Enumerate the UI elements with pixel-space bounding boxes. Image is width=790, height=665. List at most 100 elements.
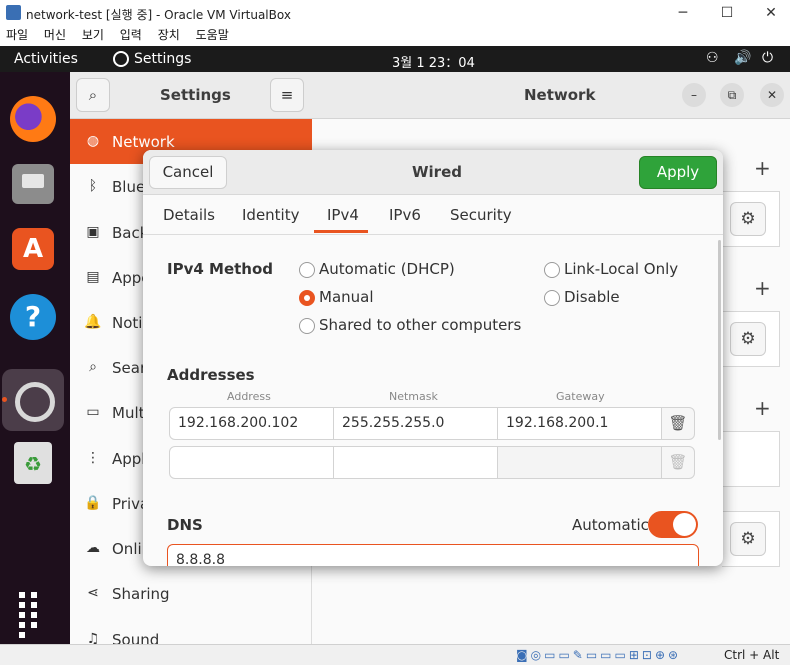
applications-icon: ⋮: [86, 450, 100, 466]
close-button[interactable]: ✕: [760, 3, 782, 23]
settings-icon[interactable]: [2, 369, 64, 431]
hamburger-menu-icon[interactable]: ≡: [270, 78, 304, 112]
help-icon[interactable]: ?: [10, 294, 56, 340]
radio-label-link-local[interactable]: Link-Local Only: [564, 260, 678, 278]
radio-label-shared[interactable]: Shared to other computers: [319, 316, 521, 334]
add-connection-icon[interactable]: +: [754, 156, 771, 180]
volume-icon[interactable]: 🔊: [734, 50, 751, 66]
dns-automatic-toggle[interactable]: [648, 511, 698, 538]
netmask-input[interactable]: 255.255.255.0: [333, 407, 498, 440]
host-title-bar: network-test [실행 중] - Oracle VM VirtualB…: [0, 0, 790, 26]
proxy-gear-icon[interactable]: ⚙: [730, 522, 766, 556]
menu-view[interactable]: 보기: [82, 26, 104, 44]
tab-security[interactable]: Security: [450, 206, 512, 224]
sidebar-item-label: Network: [112, 133, 175, 151]
menu-devices[interactable]: 장치: [158, 26, 180, 44]
show-applications-icon[interactable]: [16, 590, 50, 638]
menu-file[interactable]: 파일: [6, 26, 28, 44]
radio-link-local[interactable]: [544, 262, 560, 278]
clock[interactable]: 3월 1 23：04: [392, 52, 475, 71]
dns-automatic-label: Automatic: [572, 516, 649, 534]
address-input[interactable]: [169, 446, 334, 479]
app-menu-label[interactable]: Settings: [134, 51, 191, 67]
netmask-input[interactable]: [333, 446, 498, 479]
main-header: Network – ⧉ ✕: [312, 72, 790, 119]
column-header-address: Address: [227, 390, 271, 403]
gateway-input[interactable]: [497, 446, 662, 479]
sidebar-header: ⌕ Settings ≡: [70, 72, 312, 119]
running-indicator: [2, 397, 7, 402]
minimize-button[interactable]: ─: [672, 3, 694, 23]
radio-shared[interactable]: [299, 318, 315, 334]
host-key-label: Ctrl + Alt: [724, 648, 780, 662]
add-proxy-icon[interactable]: +: [754, 396, 771, 420]
sidebar-item-label: Sear: [112, 359, 147, 377]
software-icon[interactable]: A: [12, 228, 54, 270]
tab-bar: Details Identity IPv4 IPv6 Security: [143, 195, 723, 235]
tab-ipv6[interactable]: IPv6: [389, 206, 421, 224]
menu-machine[interactable]: 머신: [44, 26, 66, 44]
radio-manual[interactable]: [299, 290, 315, 306]
sidebar-item-label: Mult: [112, 404, 145, 422]
page-title: Network: [524, 86, 596, 104]
bluetooth-icon: ᛒ: [88, 178, 98, 194]
virtualbox-icon: [6, 5, 21, 20]
menu-help[interactable]: 도움말: [196, 26, 229, 44]
network-icon: ◍: [86, 133, 100, 149]
search-icon[interactable]: ⌕: [76, 78, 110, 112]
apply-button[interactable]: Apply: [639, 156, 717, 189]
files-icon[interactable]: [12, 164, 54, 204]
power-icon[interactable]: ⏻: [762, 50, 773, 66]
gateway-input[interactable]: 192.168.200.1: [497, 407, 662, 440]
menu-input[interactable]: 입력: [120, 26, 142, 44]
share-icon: ⋖: [87, 585, 99, 601]
activities-button[interactable]: Activities: [14, 51, 78, 67]
wired-gear-icon[interactable]: ⚙: [730, 202, 766, 236]
radio-label-manual[interactable]: Manual: [319, 288, 374, 306]
sidebar-item-sound[interactable]: ♫ Sound: [70, 617, 312, 644]
radio-disable[interactable]: [544, 290, 560, 306]
vpn-gear-icon[interactable]: ⚙: [730, 322, 766, 356]
address-input[interactable]: 192.168.200.102: [169, 407, 334, 440]
network-tray-icon[interactable]: ⚇: [706, 50, 719, 66]
host-status-bar: ◙◎▭▭✎▭▭▭⊞⊡⊕⊛ Ctrl + Alt: [0, 644, 790, 665]
firefox-icon[interactable]: [10, 96, 56, 142]
cancel-button[interactable]: Cancel: [149, 156, 227, 189]
tab-details[interactable]: Details: [163, 206, 215, 224]
tab-identity[interactable]: Identity: [242, 206, 300, 224]
sidebar-item-label: Appl: [112, 450, 146, 468]
sidebar-item-sharing[interactable]: ⋖ Sharing: [70, 571, 312, 616]
lock-icon: 🔒: [84, 495, 102, 511]
dialog-scrollbar[interactable]: [718, 240, 721, 440]
trash-icon[interactable]: ♻: [14, 442, 52, 484]
bell-icon: 🔔: [84, 314, 102, 330]
sidebar-item-label: Noti: [112, 314, 143, 332]
close-icon[interactable]: ✕: [760, 83, 784, 107]
column-header-netmask: Netmask: [389, 390, 438, 403]
proxy-card: [722, 431, 780, 487]
sidebar-item-label: Blue: [112, 178, 146, 196]
device-status-icons[interactable]: ◙◎▭▭✎▭▭▭⊞⊡⊕⊛: [516, 648, 681, 662]
maximize-button[interactable]: ☐: [716, 3, 738, 23]
radio-label-disable[interactable]: Disable: [564, 288, 620, 306]
minimize-icon[interactable]: –: [682, 83, 706, 107]
ipv4-method-label: IPv4 Method: [167, 260, 274, 278]
radio-label-automatic[interactable]: Automatic (DHCP): [319, 260, 455, 278]
dns-input[interactable]: 8.8.8.8: [167, 544, 699, 566]
radio-automatic-dhcp[interactable]: [299, 262, 315, 278]
gnome-top-bar: Activities Settings 3월 1 23：04 ⚇ 🔊 ⏻: [0, 46, 790, 72]
background-icon: ▣: [86, 224, 100, 240]
add-vpn-icon[interactable]: +: [754, 276, 771, 300]
settings-app-icon: [113, 51, 129, 67]
host-window-title: network-test [실행 중] - Oracle VM VirtualB…: [26, 8, 291, 22]
sidebar-item-label: Sharing: [112, 585, 170, 603]
dialog-header: Cancel Wired Apply: [143, 150, 723, 195]
active-tab-indicator: [314, 230, 368, 233]
restore-icon[interactable]: ⧉: [720, 83, 744, 107]
tab-ipv4[interactable]: IPv4: [327, 206, 359, 224]
wired-dialog: Cancel Wired Apply Details Identity IPv4…: [143, 150, 723, 566]
delete-icon[interactable]: 🗑: [661, 407, 695, 440]
sidebar-item-label: Sound: [112, 631, 160, 644]
sidebar-title: Settings: [160, 86, 231, 104]
appearance-icon: ▤: [86, 269, 100, 285]
